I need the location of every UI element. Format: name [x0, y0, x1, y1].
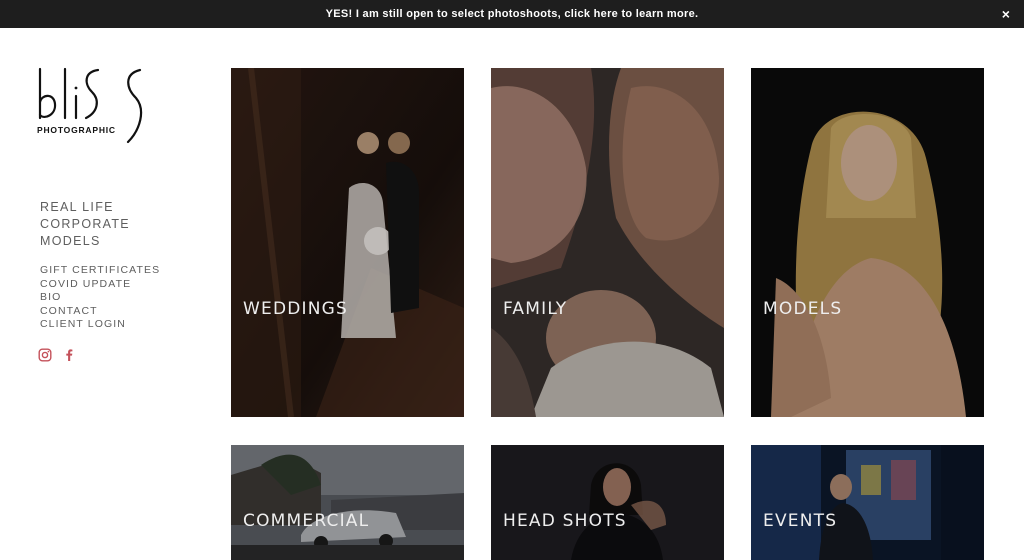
- gallery-tile-commercial[interactable]: COMMERCIAL: [231, 445, 464, 560]
- secondary-nav: GIFT CERTIFICATES COVID UPDATE BIO CONTA…: [40, 264, 160, 332]
- announcement-banner[interactable]: YES! I am still open to select photoshoo…: [0, 0, 1024, 28]
- tile-label-head-shots: HEAD SHOTS: [503, 511, 627, 531]
- logo-subtitle: PHOTOGRAPHIC: [37, 125, 116, 135]
- head-shots-photo: [491, 445, 724, 560]
- close-icon[interactable]: ×: [998, 0, 1014, 28]
- primary-nav: REAL LIFE CORPORATE MODELS: [40, 199, 160, 250]
- main-navigation: REAL LIFE CORPORATE MODELS GIFT CERTIFIC…: [40, 199, 160, 332]
- commercial-photo: [231, 445, 464, 560]
- gallery-tile-models[interactable]: MODELS: [751, 68, 984, 417]
- tile-label-commercial: COMMERCIAL: [243, 511, 370, 531]
- gallery-tile-family[interactable]: FAMILY: [491, 68, 724, 417]
- announcement-text[interactable]: YES! I am still open to select photoshoo…: [326, 8, 699, 20]
- nav-covid-update[interactable]: COVID UPDATE: [40, 278, 160, 292]
- tile-label-family: FAMILY: [503, 299, 568, 319]
- gallery-tile-events[interactable]: EVENTS: [751, 445, 984, 560]
- social-links: [38, 348, 76, 362]
- family-photo: [491, 68, 724, 417]
- nav-corporate[interactable]: CORPORATE: [40, 216, 160, 233]
- nav-client-login[interactable]: CLIENT LOGIN: [40, 318, 160, 332]
- bliss-logo[interactable]: PHOTOGRAPHIC: [36, 66, 166, 150]
- nav-real-life[interactable]: REAL LIFE: [40, 199, 160, 216]
- facebook-icon[interactable]: [62, 348, 76, 362]
- models-photo: [751, 68, 984, 417]
- events-photo: [751, 445, 984, 560]
- nav-bio[interactable]: BIO: [40, 291, 160, 305]
- gallery-tile-head-shots[interactable]: HEAD SHOTS: [491, 445, 724, 560]
- tile-label-events: EVENTS: [763, 511, 838, 531]
- tile-label-models: MODELS: [763, 299, 843, 319]
- nav-gift-certificates[interactable]: GIFT CERTIFICATES: [40, 264, 160, 278]
- nav-models[interactable]: MODELS: [40, 233, 160, 250]
- tile-label-weddings: WEDDINGS: [243, 299, 349, 319]
- weddings-photo: [231, 68, 464, 417]
- nav-contact[interactable]: CONTACT: [40, 305, 160, 319]
- instagram-icon[interactable]: [38, 348, 52, 362]
- gallery-tile-weddings[interactable]: WEDDINGS: [231, 68, 464, 417]
